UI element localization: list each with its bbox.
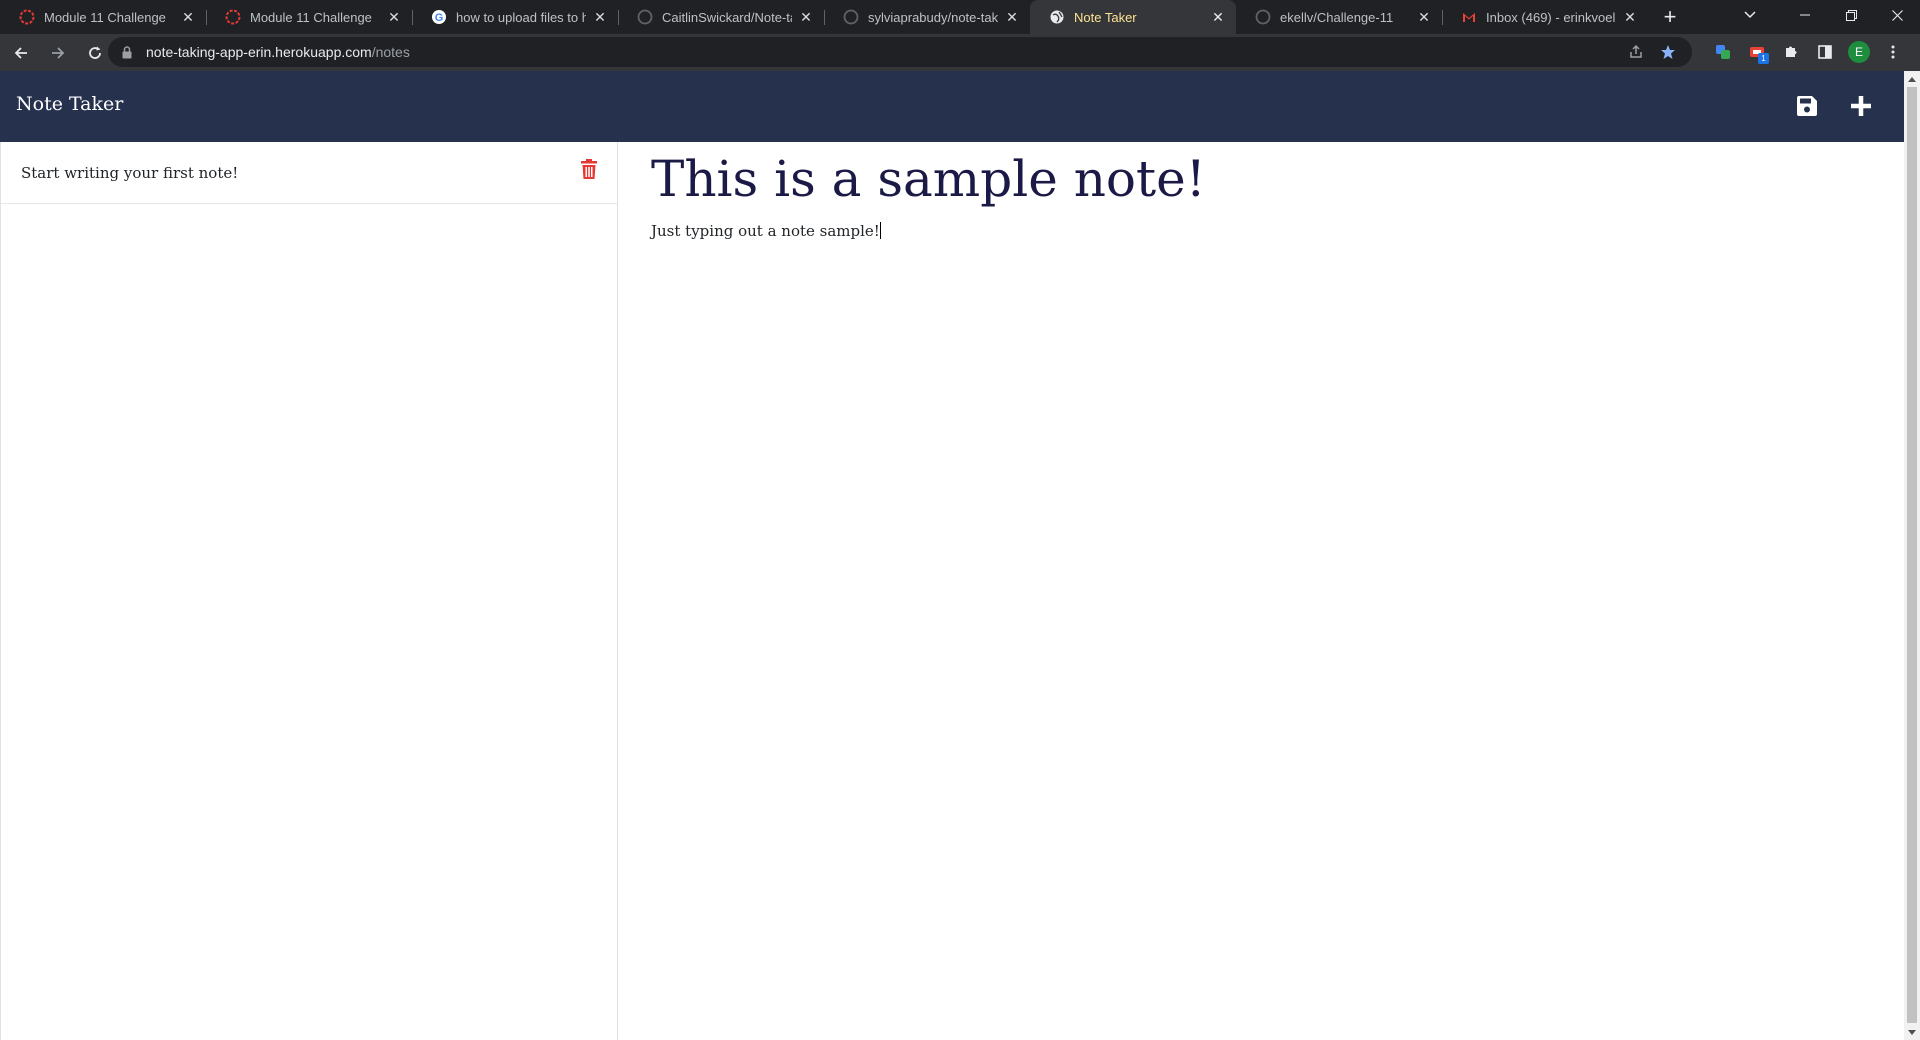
avatar: E	[1848, 41, 1870, 63]
close-icon[interactable]: ✕	[1622, 9, 1638, 25]
tab-title: Module 11 Challenge	[250, 9, 372, 25]
bookmark-star-icon[interactable]	[1652, 37, 1684, 67]
globe-icon	[1049, 9, 1065, 25]
extensions-area: 1 E	[1706, 36, 1910, 68]
close-icon[interactable]: ✕	[1416, 9, 1432, 25]
window-controls	[1782, 0, 1920, 30]
tab-title: Inbox (469) - erinkvoelker	[1486, 9, 1616, 25]
extension-icon[interactable]	[1706, 36, 1740, 68]
note-list-title: Start writing your first note!	[21, 163, 239, 182]
url-text: note-taking-app-erin.herokuapp.com/notes	[146, 44, 410, 60]
tab-title: how to upload files to hero	[456, 9, 586, 25]
github-icon	[637, 9, 653, 25]
side-panel-icon[interactable]	[1808, 36, 1842, 68]
note-textarea[interactable]: Just typing out a note sample!	[651, 222, 881, 240]
scroll-up-arrow-icon[interactable]	[1904, 71, 1920, 87]
gmail-icon	[1461, 9, 1477, 25]
note-title-input[interactable]	[651, 150, 1851, 208]
back-arrow-icon[interactable]	[5, 37, 37, 69]
browser-tab[interactable]: ekellv/Challenge-11 ✕	[1236, 0, 1442, 34]
chevron-down-icon[interactable]	[1730, 0, 1770, 30]
close-icon[interactable]: ✕	[1210, 9, 1226, 25]
github-icon	[1255, 9, 1271, 25]
kebab-menu-icon[interactable]	[1876, 36, 1910, 68]
notes-sidebar: Start writing your first note!	[0, 142, 618, 1040]
plus-icon[interactable]	[1847, 92, 1875, 120]
page-viewport: Note Taker Start writing your first note…	[0, 71, 1920, 1040]
note-body-text: Just typing out a note sample!	[651, 222, 880, 240]
github-icon	[843, 9, 859, 25]
trash-icon[interactable]	[579, 157, 599, 181]
app-navbar: Note Taker	[0, 71, 1904, 142]
scrollbar-thumb[interactable]	[1907, 87, 1917, 1023]
browser-tab[interactable]: Module 11 Challenge ✕	[0, 0, 206, 34]
lock-icon[interactable]	[120, 45, 134, 59]
github-octocat-red-icon	[19, 9, 35, 25]
address-bar[interactable]: note-taking-app-erin.herokuapp.com/notes	[108, 37, 1692, 67]
forward-arrow-icon[interactable]	[42, 37, 74, 69]
browser-tab-active[interactable]: Note Taker ✕	[1030, 0, 1236, 34]
close-icon[interactable]: ✕	[180, 9, 196, 25]
page-scrollbar[interactable]	[1904, 71, 1920, 1040]
note-editor: Just typing out a note sample!	[618, 142, 1904, 1040]
browser-tab[interactable]: sylviaprabudy/note-taker ✕	[824, 0, 1030, 34]
browser-toolbar: note-taking-app-erin.herokuapp.com/notes…	[0, 34, 1920, 71]
tab-title: CaitlinSwickard/Note-take	[662, 9, 792, 25]
profile-avatar[interactable]: E	[1842, 36, 1876, 68]
browser-tab[interactable]: G how to upload files to hero ✕	[412, 0, 618, 34]
browser-tab[interactable]: Module 11 Challenge ✕	[206, 0, 412, 34]
browser-tab-strip: Module 11 Challenge ✕ Module 11 Challeng…	[0, 0, 1920, 34]
extension-icon[interactable]: 1	[1740, 36, 1774, 68]
url-path: /notes	[371, 44, 410, 60]
tab-title: ekellv/Challenge-11	[1280, 9, 1394, 25]
minimize-icon[interactable]	[1782, 0, 1828, 30]
puzzle-extensions-icon[interactable]	[1774, 36, 1808, 68]
close-icon[interactable]: ✕	[798, 9, 814, 25]
google-icon: G	[431, 9, 447, 25]
save-icon[interactable]	[1793, 92, 1821, 120]
close-icon[interactable]: ✕	[1004, 9, 1020, 25]
tab-title: Note Taker	[1074, 9, 1137, 25]
browser-tab[interactable]: CaitlinSwickard/Note-take ✕	[618, 0, 824, 34]
scroll-down-arrow-icon[interactable]	[1904, 1024, 1920, 1040]
tab-title: sylviaprabudy/note-taker	[868, 9, 998, 25]
text-caret	[879, 222, 881, 239]
share-icon[interactable]	[1620, 37, 1652, 67]
close-icon[interactable]: ✕	[592, 9, 608, 25]
close-icon[interactable]: ✕	[386, 9, 402, 25]
github-octocat-red-icon	[225, 9, 241, 25]
browser-tab[interactable]: Inbox (469) - erinkvoelker ✕	[1442, 0, 1648, 34]
url-host: note-taking-app-erin.herokuapp.com	[146, 44, 372, 60]
close-window-icon[interactable]	[1874, 0, 1920, 30]
reload-icon[interactable]	[79, 37, 111, 69]
app-title[interactable]: Note Taker	[16, 93, 123, 115]
svg-text:G: G	[435, 12, 444, 24]
restore-icon[interactable]	[1828, 0, 1874, 30]
list-item[interactable]: Start writing your first note!	[1, 142, 617, 204]
extension-badge: 1	[1758, 53, 1769, 64]
new-tab-plus-icon[interactable]: +	[1656, 3, 1684, 31]
tab-title: Module 11 Challenge	[44, 9, 166, 25]
